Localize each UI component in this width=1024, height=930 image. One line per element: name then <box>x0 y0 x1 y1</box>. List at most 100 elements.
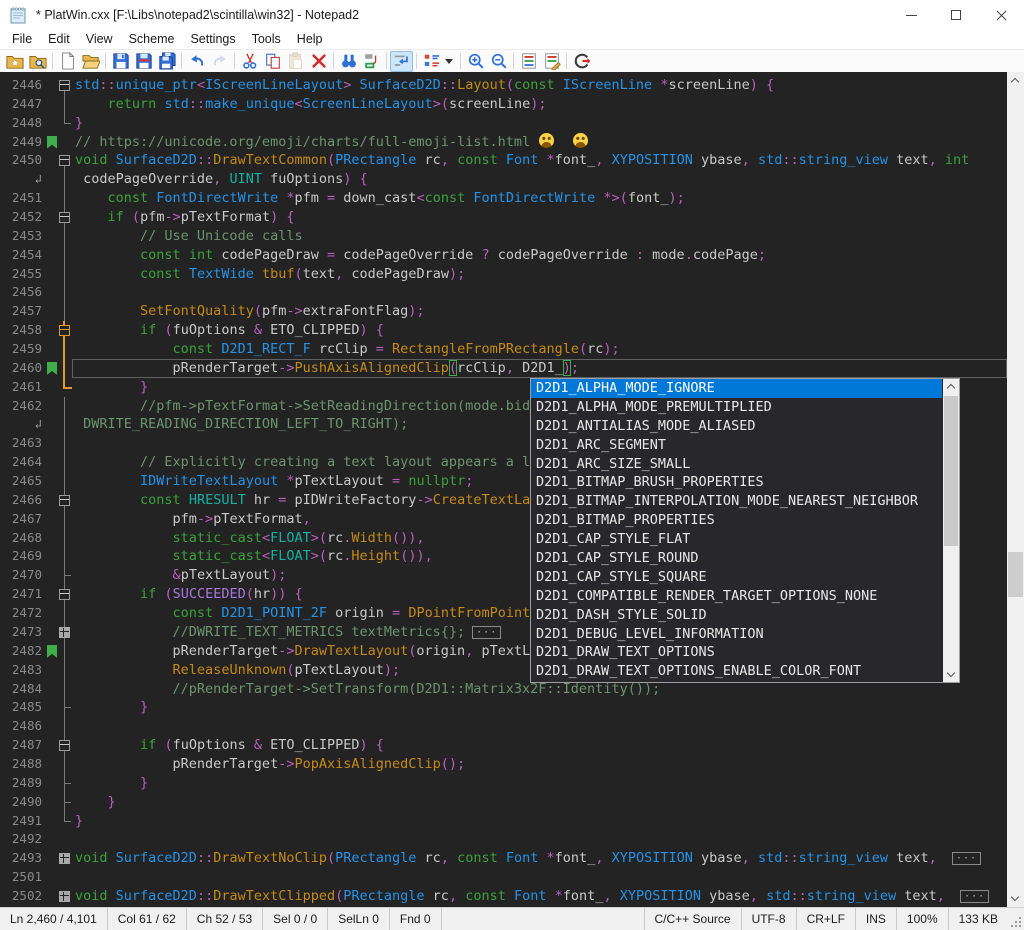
menu-edit[interactable]: Edit <box>40 30 78 49</box>
code-text[interactable]: // https://unicode.org/emoji/charts/full… <box>72 133 1007 152</box>
status-insert-mode[interactable]: INS <box>855 908 896 930</box>
fold-toggle[interactable] <box>58 76 72 95</box>
autocomplete-item[interactable]: D2D1_DRAW_TEXT_OPTIONS_ENABLE_COLOR_FONT <box>531 662 942 681</box>
notepad2-icon[interactable] <box>8 5 28 25</box>
save-copy-button[interactable] <box>155 51 178 72</box>
code-text[interactable]: } <box>72 793 1007 812</box>
copy-button[interactable] <box>261 51 284 72</box>
menu-file[interactable]: File <box>4 30 40 49</box>
code-text[interactable]: const TextWide tbuf(text, codePageDraw); <box>72 265 1007 284</box>
zoom-out-button[interactable] <box>487 51 510 72</box>
bookmark-margin[interactable] <box>46 585 58 604</box>
undo-button[interactable] <box>185 51 208 72</box>
customize-scheme-button[interactable] <box>540 51 563 72</box>
scrollbar-thumb[interactable] <box>944 396 958 546</box>
bookmark-margin[interactable] <box>46 830 58 849</box>
autocomplete-item[interactable]: D2D1_ANTIALIAS_MODE_ALIASED <box>531 417 942 436</box>
fold-toggle[interactable] <box>58 321 72 340</box>
save-as-button[interactable] <box>132 51 155 72</box>
resize-grip[interactable] <box>1008 908 1024 930</box>
code-text[interactable]: } <box>72 698 1007 717</box>
autocomplete-item[interactable]: D2D1_ARC_SIZE_SMALL <box>531 455 942 474</box>
autocomplete-item[interactable]: D2D1_ARC_SEGMENT <box>531 436 942 455</box>
bookmark-margin[interactable] <box>46 887 58 906</box>
replace-button[interactable] <box>360 51 383 72</box>
redo-button[interactable] <box>208 51 231 72</box>
bookmark-margin[interactable] <box>46 698 58 717</box>
bookmark-margin[interactable] <box>46 547 58 566</box>
bookmark-margin[interactable] <box>46 755 58 774</box>
bookmark-margin[interactable] <box>46 95 58 114</box>
autocomplete-item[interactable]: D2D1_BITMAP_INTERPOLATION_MODE_NEAREST_N… <box>531 492 942 511</box>
code-text[interactable]: void SurfaceD2D::DrawTextNoClip(PRectang… <box>72 849 1007 868</box>
bookmark-margin[interactable] <box>46 114 58 133</box>
code-text[interactable]: if (fuOptions & ETO_CLIPPED) { <box>72 736 1007 755</box>
maximize-button[interactable] <box>934 0 979 30</box>
delete-button[interactable] <box>307 51 330 72</box>
bookmark-icon[interactable] <box>46 642 58 661</box>
find-button[interactable] <box>337 51 360 72</box>
code-text[interactable]: } <box>72 812 1007 831</box>
bookmark-margin[interactable] <box>46 434 58 453</box>
menu-tools[interactable]: Tools <box>244 30 289 49</box>
status-char[interactable]: Ch 52 / 53 <box>187 908 263 930</box>
autocomplete-item[interactable]: D2D1_ALPHA_MODE_PREMULTIPLIED <box>531 398 942 417</box>
bookmark-margin[interactable] <box>46 340 58 359</box>
autocomplete-item[interactable]: D2D1_DRAW_TEXT_OPTIONS <box>531 643 942 662</box>
code-text[interactable]: void SurfaceD2D::DrawTextClipped(PRectan… <box>72 887 1007 906</box>
code-text[interactable]: std::unique_ptr<IScreenLineLayout> Surfa… <box>72 76 1007 95</box>
code-text[interactable] <box>72 830 1007 849</box>
autocomplete-item[interactable]: D2D1_COMPATIBLE_RENDER_TARGET_OPTIONS_NO… <box>531 587 942 606</box>
bookmark-margin[interactable] <box>46 849 58 868</box>
autocomplete-item[interactable]: D2D1_DEBUG_LEVEL_INFORMATION <box>531 625 942 644</box>
bookmark-margin[interactable] <box>46 868 58 887</box>
bookmark-icon[interactable] <box>46 133 58 152</box>
bookmark-margin[interactable] <box>46 189 58 208</box>
exit-button[interactable] <box>570 51 593 72</box>
scroll-down-arrow-icon[interactable] <box>947 669 955 677</box>
bookmark-margin[interactable] <box>46 623 58 642</box>
code-text[interactable]: pRenderTarget->PopAxisAlignedClip(); <box>72 755 1007 774</box>
code-text[interactable] <box>72 868 1007 887</box>
status-encoding[interactable]: UTF-8 <box>741 908 796 930</box>
bookmark-margin[interactable] <box>46 736 58 755</box>
fold-toggle[interactable] <box>58 585 72 604</box>
code-text[interactable] <box>72 717 1007 736</box>
code-text[interactable]: pRenderTarget->PushAxisAlignedClip(rcCli… <box>72 359 1007 378</box>
code-text[interactable]: if (fuOptions & ETO_CLIPPED) { <box>72 321 1007 340</box>
new-file-button[interactable] <box>56 51 79 72</box>
code-text[interactable]: codePageOverride, UINT fuOptions) { <box>72 170 1007 189</box>
autocomplete-scrollbar[interactable] <box>943 379 959 682</box>
bookmark-margin[interactable] <box>46 283 58 302</box>
bookmark-margin[interactable] <box>46 302 58 321</box>
autocomplete-item[interactable]: D2D1_CAP_STYLE_ROUND <box>531 549 942 568</box>
status-selection[interactable]: Sel 0 / 0 <box>263 908 328 930</box>
bookmark-margin[interactable] <box>46 529 58 548</box>
word-wrap-button[interactable] <box>390 51 413 72</box>
bookmark-margin[interactable] <box>46 566 58 585</box>
bookmark-margin[interactable] <box>46 604 58 623</box>
bookmark-margin[interactable] <box>46 170 58 189</box>
scroll-up-arrow-icon[interactable] <box>947 384 955 392</box>
code-text[interactable]: // Use Unicode calls <box>72 227 1007 246</box>
bookmark-margin[interactable] <box>46 265 58 284</box>
autocomplete-item[interactable]: D2D1_BITMAP_BRUSH_PROPERTIES <box>531 473 942 492</box>
favorites-button[interactable] <box>3 51 26 72</box>
menu-scheme[interactable]: Scheme <box>121 30 183 49</box>
autocomplete-item[interactable]: D2D1_ALPHA_MODE_IGNORE <box>531 379 942 398</box>
fold-toggle[interactable] <box>58 208 72 227</box>
code-text[interactable] <box>72 283 1007 302</box>
code-text[interactable]: } <box>72 774 1007 793</box>
status-line-ending[interactable]: CR+LF <box>796 908 855 930</box>
fold-toggle[interactable] <box>58 887 72 906</box>
fold-toggle[interactable] <box>58 623 72 642</box>
scroll-up-arrow-icon[interactable] <box>1011 78 1019 86</box>
bookmark-margin[interactable] <box>46 680 58 699</box>
code-text[interactable]: return std::make_unique<ScreenLineLayout… <box>72 95 1007 114</box>
bookmark-margin[interactable] <box>46 208 58 227</box>
autocomplete-item[interactable]: D2D1_CAP_STYLE_SQUARE <box>531 568 942 587</box>
bookmark-margin[interactable] <box>46 415 58 434</box>
editor-vertical-scrollbar[interactable] <box>1007 72 1024 907</box>
code-text[interactable]: SetFontQuality(pfm->extraFontFlag); <box>72 302 1007 321</box>
menu-settings[interactable]: Settings <box>182 30 243 49</box>
